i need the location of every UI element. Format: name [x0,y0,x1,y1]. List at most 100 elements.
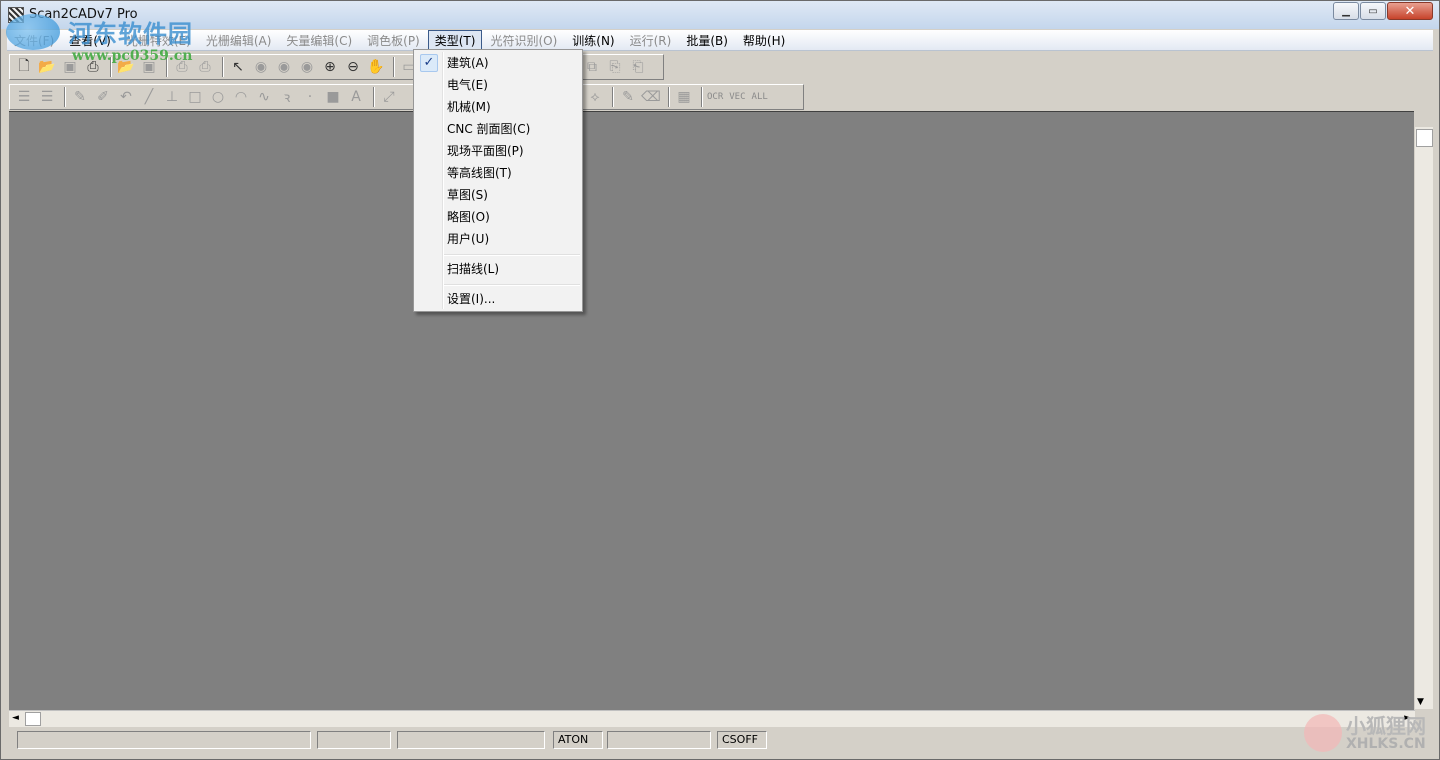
status-panel-aton: ATON [553,731,603,749]
fill-icon[interactable]: ■ [323,87,343,107]
menu-item-scanline[interactable]: 扫描线(L) [416,258,580,280]
maximize-button[interactable]: ▭ [1360,2,1386,20]
menu-item-label: 用户(U) [447,232,490,246]
pan-hand-icon[interactable]: ✋ [366,57,386,77]
menu-item-label: 略图(O) [447,210,490,224]
menu-run[interactable]: 运行(R) [623,30,679,51]
perpendicular-icon[interactable]: ⊥ [162,87,182,107]
window-controls: ▁ ▭ ✕ [1332,2,1433,20]
scan-icon[interactable]: ⎙ [83,57,103,77]
menu-item-cnc-profile[interactable]: CNC 剖面图(C) [416,118,580,140]
eyedropper-icon[interactable]: ✎ [618,87,638,107]
new-file-icon[interactable]: 🗋 [14,57,34,77]
brush-icon[interactable]: ✐ [93,87,113,107]
print-icon[interactable]: ⎙ [172,57,192,77]
menu-item-user[interactable]: 用户(U) [416,228,580,250]
menu-item-settings[interactable]: 设置(I)... [416,288,580,310]
menu-item-label: CNC 剖面图(C) [447,122,531,136]
align-left-icon[interactable]: ☰ [14,87,34,107]
save-vector-icon[interactable]: ▣ [139,57,159,77]
checkmark-icon: ✓ [420,54,438,72]
paste-icon[interactable]: ⎘ [605,57,625,77]
open-vector-icon[interactable]: 📂 [116,57,136,77]
text-icon[interactable]: A [346,87,366,107]
toolbar-separator [612,87,614,107]
circle-icon[interactable]: ○ [208,87,228,107]
save-icon[interactable]: ▣ [60,57,80,77]
curve-icon[interactable]: ∿ [254,87,274,107]
menu-item-electrical[interactable]: 电气(E) [416,74,580,96]
menu-item-label: 设置(I)... [447,292,496,306]
menu-separator [444,284,580,286]
menu-separator [444,254,580,256]
menu-item-label: 电气(E) [447,78,488,92]
measure-icon[interactable]: ⤢ [379,87,399,107]
zoom-in-icon[interactable]: ⊕ [320,57,340,77]
horizontal-scrollbar[interactable]: ◄ ► [9,710,1415,727]
select-pointer-icon[interactable]: ↖ [228,57,248,77]
window-title: Scan2CADv7 Pro [29,7,138,22]
ocr-button[interactable]: OCR [707,87,723,107]
menu-raster-effects[interactable]: 光栅特效(E) [119,30,198,51]
menu-item-architecture[interactable]: ✓ 建筑(A) [416,52,580,74]
menu-help[interactable]: 帮助(H) [736,30,792,51]
menu-file[interactable]: 文件(F) [7,30,61,51]
vertical-scroll-thumb[interactable] [1416,129,1433,147]
toolbar-separator [110,57,112,77]
view-both-icon[interactable]: ◉ [297,57,317,77]
zoom-out-icon[interactable]: ⊖ [343,57,363,77]
horizontal-scroll-thumb[interactable] [25,712,41,726]
title-bar[interactable]: Scan2CADv7 Pro ▁ ▭ ✕ [1,1,1439,29]
all-button[interactable]: ALL [752,87,768,107]
eraser-icon[interactable]: ⌫ [641,87,661,107]
rectangle-icon[interactable]: □ [185,87,205,107]
toolbar-separator [393,57,395,77]
status-panel-message [17,731,311,749]
menu-palette[interactable]: 调色板(P) [360,30,427,51]
menu-item-outline[interactable]: 略图(O) [416,206,580,228]
drawing-canvas[interactable] [9,111,1414,710]
pencil-icon[interactable]: ✎ [70,87,90,107]
scroll-right-arrow-icon[interactable]: ► [1404,713,1411,723]
print-preview-icon[interactable]: ⎙ [195,57,215,77]
vector-trace-2-icon[interactable]: ⟡ [585,87,605,107]
scroll-left-arrow-icon[interactable]: ◄ [12,713,19,723]
menu-view[interactable]: 查看(V) [62,30,118,51]
app-icon[interactable] [8,7,24,23]
minimize-button[interactable]: ▁ [1333,2,1359,20]
close-button[interactable]: ✕ [1387,2,1433,20]
copy-icon[interactable]: ⧉ [582,57,602,77]
menu-item-label: 建筑(A) [447,56,489,70]
menu-item-site-plan[interactable]: 现场平面图(P) [416,140,580,162]
menu-item-mechanical[interactable]: 机械(M) [416,96,580,118]
spiral-icon[interactable]: ꝛ [277,87,297,107]
status-panel-info [397,731,545,749]
open-folder-icon[interactable]: 📂 [37,57,57,77]
undo-icon[interactable]: ↶ [116,87,136,107]
vec-button[interactable]: VEC [729,87,745,107]
clipboard-icon[interactable]: ⎗ [628,57,648,77]
menu-raster-edit[interactable]: 光栅编辑(A) [199,30,279,51]
align-right-icon[interactable]: ☰ [37,87,57,107]
line-icon[interactable]: ╱ [139,87,159,107]
edit-toolbar: ☰ ☰ ✎ ✐ ↶ ╱ ⊥ □ ○ ◠ ∿ ꝛ · ■ A ⤢ ⟡ ⟡ ✎ ⌫ … [9,84,804,110]
menu-item-sketch[interactable]: 草图(S) [416,184,580,206]
menu-ocr[interactable]: 光符识别(O) [483,30,564,51]
menu-train[interactable]: 训练(N) [565,30,621,51]
scroll-down-arrow-icon[interactable]: ▼ [1417,697,1424,707]
arc-icon[interactable]: ◠ [231,87,251,107]
menu-type[interactable]: 类型(T) [427,29,483,51]
toolbar-separator [222,57,224,77]
menu-item-label: 草图(S) [447,188,488,202]
menu-batch[interactable]: 批量(B) [679,30,735,51]
toolbar-separator [166,57,168,77]
toolbar-separator [64,87,66,107]
point-icon[interactable]: · [300,87,320,107]
view-vector-icon[interactable]: ◉ [274,57,294,77]
vertical-scrollbar[interactable]: ▼ [1415,127,1433,709]
view-raster-icon[interactable]: ◉ [251,57,271,77]
layout-icon[interactable]: ▦ [674,87,694,107]
type-dropdown-menu: ✓ 建筑(A) 电气(E) 机械(M) CNC 剖面图(C) 现场平面图(P) … [413,49,583,312]
menu-item-contour[interactable]: 等高线图(T) [416,162,580,184]
menu-vector-edit[interactable]: 矢量编辑(C) [279,30,359,51]
